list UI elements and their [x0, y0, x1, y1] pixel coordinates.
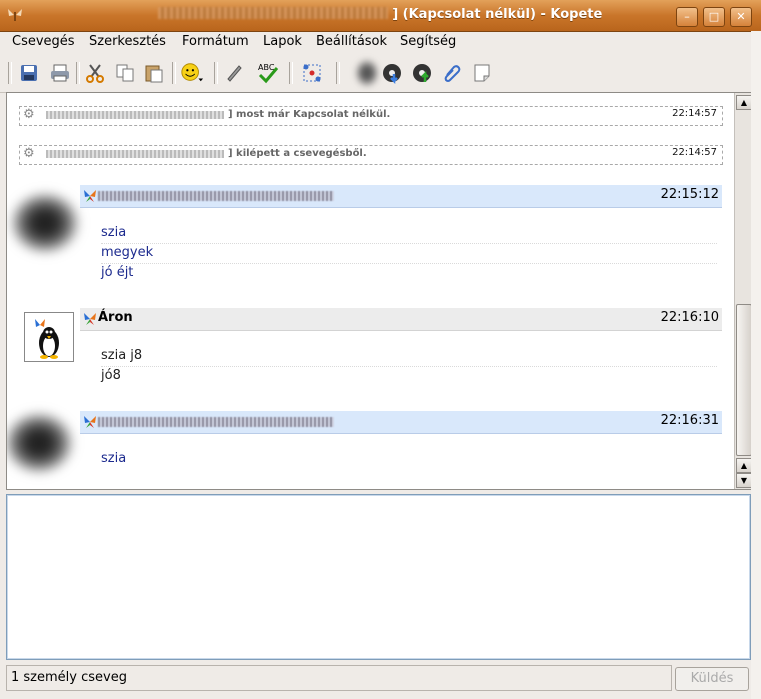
- toolbar-separator: [8, 62, 12, 84]
- save-icon[interactable]: [17, 61, 41, 85]
- gear-icon: ⚙: [23, 107, 35, 122]
- cut-icon[interactable]: [83, 61, 107, 85]
- send-button[interactable]: Küldés: [675, 667, 749, 691]
- pen-icon[interactable]: [222, 61, 246, 85]
- upload-icon[interactable]: [410, 61, 434, 85]
- sender-name: Áron: [98, 310, 133, 325]
- menu-szerkesztés[interactable]: Szerkesztés: [89, 34, 166, 49]
- minimize-button[interactable]: –: [676, 7, 698, 27]
- chat-line: jó éjt: [101, 265, 134, 280]
- divider: [101, 263, 717, 264]
- scroll-up-button[interactable]: ▲: [736, 95, 752, 110]
- message-time: 22:16:10: [660, 310, 719, 325]
- chat-view[interactable]: ⚙ ] most már Kapcsolat nélkül. 22:14:57 …: [6, 92, 753, 490]
- chat-line: megyek: [101, 245, 154, 260]
- msn-butterfly-icon: [84, 416, 96, 428]
- chat-line: jó8: [101, 368, 121, 383]
- redacted-name: [157, 7, 388, 19]
- message-input[interactable]: [6, 494, 751, 660]
- message-header: Áron 22:16:10: [80, 308, 722, 331]
- chat-line: szia j8: [101, 348, 143, 363]
- penguin-avatar: [25, 313, 73, 361]
- toolbar-separator: [214, 62, 218, 84]
- menu-bar: Csevegés Szerkesztés Formátum Lapok Beál…: [0, 31, 761, 55]
- menu-formátum[interactable]: Formátum: [182, 34, 249, 49]
- message-header: 22:16:31: [80, 411, 722, 434]
- toolbar-separator: [76, 62, 80, 84]
- members-icon[interactable]: [300, 61, 324, 85]
- scroll-down-button[interactable]: ▼: [736, 473, 752, 488]
- msn-butterfly-icon: [84, 313, 96, 325]
- scroll-thumb[interactable]: [736, 304, 752, 456]
- redacted-name: [98, 191, 334, 201]
- redacted-name: [98, 417, 334, 427]
- message-time: 22:16:31: [660, 413, 719, 428]
- message-time: 22:14:57: [672, 108, 717, 119]
- divider: [101, 366, 717, 367]
- send-file-icon[interactable]: [380, 61, 404, 85]
- svg-text:ABC: ABC: [258, 63, 275, 72]
- message-time: 22:14:57: [672, 147, 717, 158]
- scroll-up-button[interactable]: ▲: [736, 458, 752, 473]
- status-text: 1 személy cseveg: [11, 670, 127, 685]
- toolbar-separator: [336, 62, 340, 84]
- system-message: ⚙ ] most már Kapcsolat nélkül. 22:14:57: [19, 106, 723, 126]
- divider: [101, 243, 717, 244]
- menu-beállítások[interactable]: Beállítások: [316, 34, 387, 49]
- toolbar: ABC: [0, 56, 761, 93]
- close-button[interactable]: ✕: [730, 7, 752, 27]
- avatar: [24, 312, 74, 362]
- title-bar[interactable]: ] (Kapcsolat nélkül) - Kopete – □ ✕: [0, 0, 761, 32]
- attach-icon[interactable]: [440, 61, 464, 85]
- gear-icon: ⚙: [23, 146, 35, 161]
- blurred-icon: [354, 58, 380, 88]
- spellcheck-icon[interactable]: ABC: [256, 61, 280, 85]
- msn-butterfly-icon: [84, 190, 96, 202]
- menu-lapok[interactable]: Lapok: [263, 34, 302, 49]
- kopete-icon: [8, 9, 22, 21]
- system-message: ⚙ ] kilépett a csevegésből. 22:14:57: [19, 145, 723, 165]
- smiley-icon[interactable]: [180, 61, 204, 85]
- message-header: 22:15:12: [80, 185, 722, 208]
- message-time: 22:15:12: [660, 187, 719, 202]
- print-icon[interactable]: [48, 61, 72, 85]
- background-window-edge: [751, 31, 761, 699]
- chat-line: szia: [101, 225, 127, 240]
- paste-icon[interactable]: [142, 61, 166, 85]
- redacted-name: [46, 150, 224, 158]
- status-bar: 1 személy cseveg: [6, 665, 672, 691]
- menu-segítség[interactable]: Segítség: [400, 34, 456, 49]
- redacted-name: [46, 111, 224, 119]
- avatar: [7, 411, 75, 475]
- chat-line: szia: [101, 451, 127, 466]
- menu-csevegés[interactable]: Csevegés: [12, 34, 75, 49]
- toolbar-separator: [289, 62, 293, 84]
- avatar: [9, 191, 81, 255]
- note-icon[interactable]: [470, 61, 494, 85]
- scrollbar[interactable]: ▲ ▲ ▼: [734, 93, 752, 489]
- maximize-button[interactable]: □: [703, 7, 725, 27]
- toolbar-separator: [172, 62, 176, 84]
- window-title: ] (Kapcsolat nélkül) - Kopete: [120, 7, 640, 22]
- copy-icon[interactable]: [113, 61, 137, 85]
